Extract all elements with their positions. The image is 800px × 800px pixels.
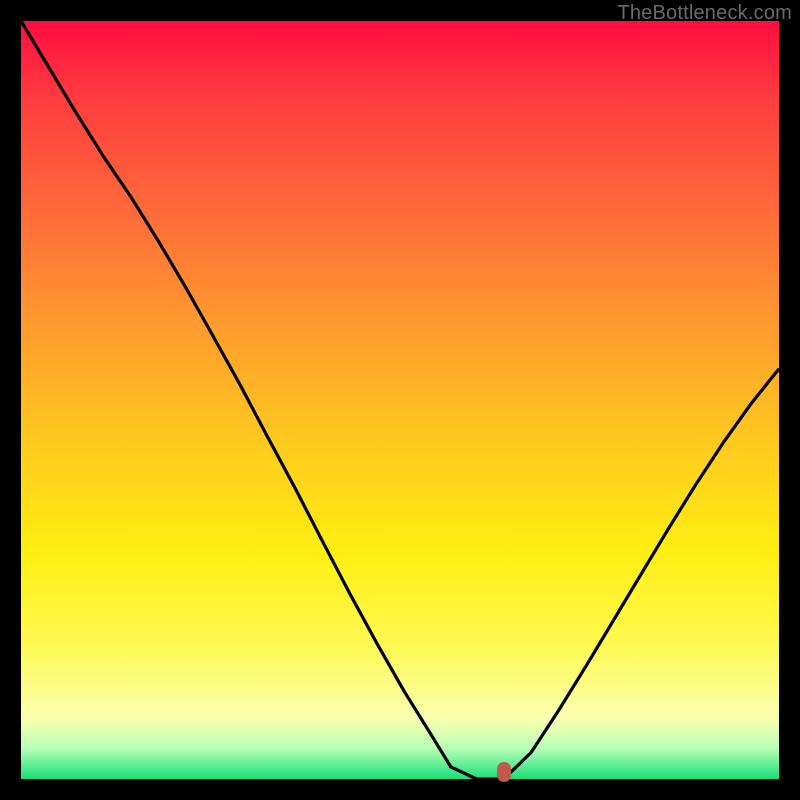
watermark-text: TheBottleneck.com [617, 2, 792, 25]
chart-plot-area [21, 21, 779, 779]
bottleneck-curve [21, 21, 779, 779]
optimal-point-marker [497, 762, 511, 782]
chart-frame: TheBottleneck.com [0, 0, 800, 800]
